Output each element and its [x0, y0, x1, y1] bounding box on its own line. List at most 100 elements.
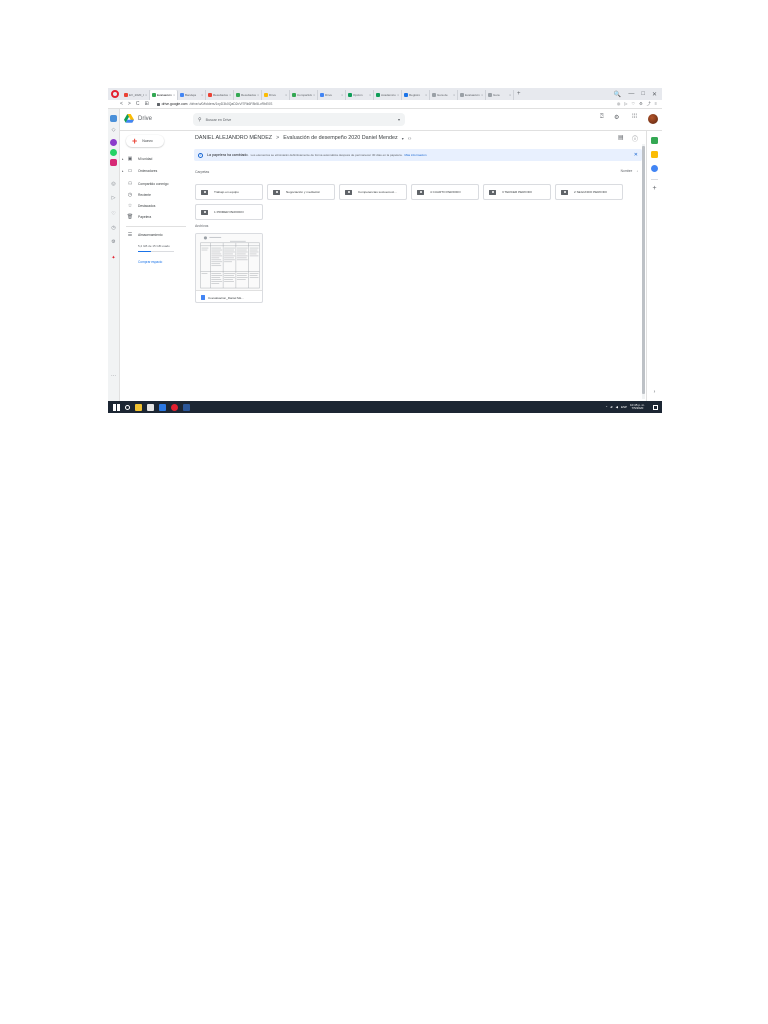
clock[interactable]: 10:45 p. m. 7/5/2020: [630, 403, 645, 411]
scrollbar-thumb[interactable]: [642, 146, 645, 394]
add-addon-icon[interactable]: +: [651, 185, 658, 192]
word-icon[interactable]: [183, 403, 190, 411]
close-tab-icon[interactable]: ×: [313, 93, 315, 97]
player-icon[interactable]: ▷: [110, 195, 117, 202]
new-button[interactable]: + Nuevo: [126, 135, 164, 147]
store-icon[interactable]: [147, 403, 154, 411]
sidebar-settings-icon[interactable]: ⚙: [110, 239, 117, 246]
camera-icon[interactable]: ◎: [617, 101, 621, 107]
browser-tab[interactable]: Guía de ×: [430, 90, 458, 100]
browser-tab[interactable]: Opción ×: [346, 90, 374, 100]
browser-tab[interactable]: Drive ×: [318, 90, 346, 100]
language-indicator[interactable]: ESP: [621, 405, 627, 409]
folder-card[interactable]: 3 TERCER PERIODO: [483, 184, 551, 200]
close-tab-icon[interactable]: ×: [341, 93, 343, 97]
settings-icon[interactable]: ⚙: [639, 101, 643, 107]
close-tab-icon[interactable]: ×: [453, 93, 455, 97]
heart-icon[interactable]: ♡: [631, 101, 635, 107]
breadcrumb-root[interactable]: DANIEL ALEJANDRO MÉNDEZ: [195, 135, 272, 141]
browser-tab[interactable]: Académico ×: [374, 90, 402, 100]
close-tab-icon[interactable]: ×: [481, 93, 483, 97]
tasks-icon[interactable]: [651, 165, 658, 172]
browser-tab[interactable]: Evaluación ×: [150, 90, 178, 100]
whatsapp-icon[interactable]: [110, 149, 117, 156]
folder-card[interactable]: Negociación y mediación: [267, 184, 335, 200]
close-tab-icon[interactable]: ×: [509, 93, 511, 97]
close-window-button[interactable]: ✕: [652, 91, 657, 98]
browser-tab[interactable]: Bandeja ×: [178, 90, 206, 100]
list-view-icon[interactable]: ▤: [618, 134, 624, 141]
tab-search-icon[interactable]: 🔍: [614, 91, 621, 98]
banner-more-info-link[interactable]: Más información: [405, 153, 427, 157]
play-icon[interactable]: ▷: [624, 101, 627, 107]
file-explorer-icon[interactable]: [135, 403, 142, 411]
close-tab-icon[interactable]: ×: [369, 93, 371, 97]
extensions-icon[interactable]: ✦: [110, 255, 117, 262]
browser-tab[interactable]: Drive ×: [262, 90, 290, 100]
bookmarks-icon[interactable]: ◇: [110, 127, 117, 134]
close-tab-icon[interactable]: ×: [397, 93, 399, 97]
folder-card[interactable]: 2 SEGUNDO PERIODO: [555, 184, 623, 200]
account-avatar[interactable]: [648, 114, 658, 124]
sort-control[interactable]: Nombre ↓: [621, 169, 638, 173]
opera-logo-icon[interactable]: [111, 90, 119, 98]
browser-tab[interactable]: Resultados ×: [234, 90, 262, 100]
browser-tab[interactable]: EV_2020_C ×: [122, 90, 150, 100]
network-icon[interactable]: ▰: [610, 405, 612, 409]
mail-app-icon[interactable]: [159, 403, 166, 411]
folder-card[interactable]: 1 PRIMER PERIODO: [195, 204, 263, 220]
browser-tab[interactable]: Guía ×: [486, 90, 514, 100]
close-tab-icon[interactable]: ×: [285, 93, 287, 97]
sort-direction-icon[interactable]: ↓: [636, 169, 638, 173]
close-tab-icon[interactable]: ×: [425, 93, 427, 97]
clock-icon[interactable]: ◷: [110, 225, 117, 232]
close-tab-icon[interactable]: ×: [257, 93, 259, 97]
browser-tab[interactable]: Compartido ×: [290, 90, 318, 100]
speed-dial-icon[interactable]: ⊞: [144, 101, 148, 107]
sidebar-item-shared[interactable]: ⚇ Compartido conmigo: [120, 179, 190, 189]
instagram-icon[interactable]: [110, 159, 117, 166]
minimize-button[interactable]: —: [628, 91, 634, 98]
google-drive-logo-icon[interactable]: [124, 114, 134, 123]
keep-icon[interactable]: [651, 151, 658, 158]
more-icon[interactable]: ···: [110, 373, 117, 380]
expand-panel-icon[interactable]: ›: [651, 389, 658, 396]
sidebar-item-storage[interactable]: ☰ Almacenamiento: [120, 230, 190, 240]
notifications-icon[interactable]: [653, 404, 658, 410]
close-tab-icon[interactable]: ×: [145, 93, 147, 97]
sidebar-item-computers[interactable]: ▸ ▭ Ordenadores: [120, 166, 190, 176]
url-field[interactable]: drive.google.com/drive/u/0/folders/1xyD3…: [156, 102, 272, 106]
home-icon[interactable]: [110, 115, 117, 122]
menu-icon[interactable]: ≡: [655, 101, 657, 107]
sidebar-item-trash[interactable]: 🗑 Papelera: [120, 212, 190, 222]
search-options-icon[interactable]: ▾: [398, 117, 400, 122]
opera-taskbar-icon[interactable]: [171, 403, 178, 411]
banner-close-button[interactable]: ✕: [634, 152, 638, 158]
support-icon[interactable]: ⍰: [600, 114, 604, 121]
volume-icon[interactable]: ◀: [616, 405, 618, 409]
calendar-icon[interactable]: [651, 137, 658, 144]
close-tab-icon[interactable]: ×: [229, 93, 231, 97]
back-button[interactable]: <: [120, 101, 123, 107]
taskbar-search-icon[interactable]: [125, 404, 130, 410]
browser-tab[interactable]: Registro ×: [402, 90, 430, 100]
tray-chevron-icon[interactable]: ^: [606, 405, 607, 409]
close-tab-icon[interactable]: ×: [201, 93, 203, 97]
sidebar-item-my-drive[interactable]: ▸ ▣ Mi unidad: [120, 154, 190, 164]
favorites-icon[interactable]: ♡: [110, 211, 117, 218]
new-tab-button[interactable]: +: [514, 91, 524, 97]
sidebar-item-starred[interactable]: ☆ Destacados: [120, 201, 190, 211]
search-input[interactable]: Buscar en Drive: [206, 118, 232, 122]
windows-start-icon[interactable]: [113, 403, 120, 411]
settings-gear-icon[interactable]: ⚙: [614, 114, 619, 121]
browser-tab[interactable]: Resultados ×: [206, 90, 234, 100]
folder-card[interactable]: 4 CUARTO PERIODO: [411, 184, 479, 200]
maximize-button[interactable]: □: [641, 91, 645, 98]
drive-search-box[interactable]: ⚲ Buscar en Drive ▾: [193, 113, 405, 126]
folder-card[interactable]: Trabajo en equipo: [195, 184, 263, 200]
apps-grid-icon[interactable]: ⁞⁞⁞: [632, 114, 637, 120]
close-tab-icon[interactable]: ×: [173, 93, 175, 97]
breadcrumb-current[interactable]: Evaluación de desempeño 2020 Daniel Mend…: [283, 135, 397, 141]
reload-button[interactable]: C: [136, 101, 140, 107]
folder-card[interactable]: Competencias socioemoci...: [339, 184, 407, 200]
